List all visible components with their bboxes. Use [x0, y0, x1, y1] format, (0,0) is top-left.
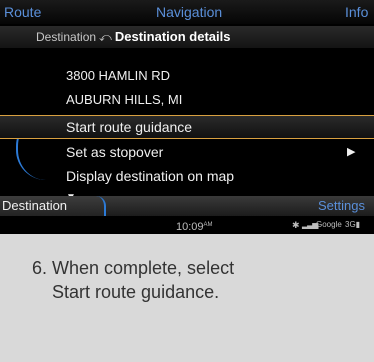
destination-tab[interactable]: Destination [0, 196, 106, 216]
address-line-2: AUBURN HILLS, MI [0, 88, 374, 112]
top-menu-bar: Route Navigation Info [0, 0, 374, 24]
menu-item-label: Display destination on map [66, 168, 235, 184]
menu-item-label: Start route guidance [66, 119, 193, 135]
network-indicator: 3G▮ [345, 216, 360, 234]
menu-item-display-destination-on-map[interactable]: Display destination on map [0, 164, 374, 188]
clock-time: 10:09 [176, 221, 204, 233]
address-line-2-text: AUBURN HILLS, MI [66, 92, 183, 107]
instruction-caption: 6. When complete, select Start route gui… [0, 234, 374, 362]
address-line-1-text: 3800 HAMLIN RD [66, 68, 171, 83]
google-label: Google [316, 220, 342, 229]
navigation-title: Navigation [156, 4, 223, 20]
address-line-1: 3800 HAMLIN RD [0, 64, 374, 88]
route-menu-button[interactable]: Route [4, 0, 41, 24]
instruction-line-2: Start route guidance. [52, 282, 220, 302]
instruction-line-1: When complete, select [52, 258, 235, 278]
network-type: 3G [345, 220, 356, 229]
bluetooth-icon: ✱ [292, 220, 300, 230]
page-title: Destination details [114, 29, 231, 44]
menu-item-label: Set as stopover [66, 144, 164, 160]
menu-item-set-as-stopover[interactable]: Set as stopover ▶ [0, 140, 374, 164]
menu-item-start-route-guidance[interactable]: Start route guidance [0, 115, 374, 139]
settings-button[interactable]: Settings [318, 196, 365, 216]
network-signal-icon: ▮ [355, 220, 361, 229]
chevron-right-icon: ▶ [347, 146, 356, 158]
status-bar: 10:09AM ✱ ▂▃▅ Google 3G▮ [0, 216, 374, 234]
return-arrow-icon: ⤺ [99, 30, 112, 44]
infotainment-screen: Route Navigation Info Destination ⤺ Destin… [0, 0, 374, 234]
clock-ampm: AM [203, 222, 213, 228]
breadcrumb: Destination ⤺ Destination details [0, 26, 374, 48]
destination-tab-label: Destination [2, 198, 68, 213]
clock: 10:09AM [176, 216, 213, 234]
breadcrumb-parent[interactable]: Destination [36, 30, 96, 44]
info-menu-button[interactable]: Info [345, 0, 368, 24]
step-number: 6. [32, 258, 48, 278]
